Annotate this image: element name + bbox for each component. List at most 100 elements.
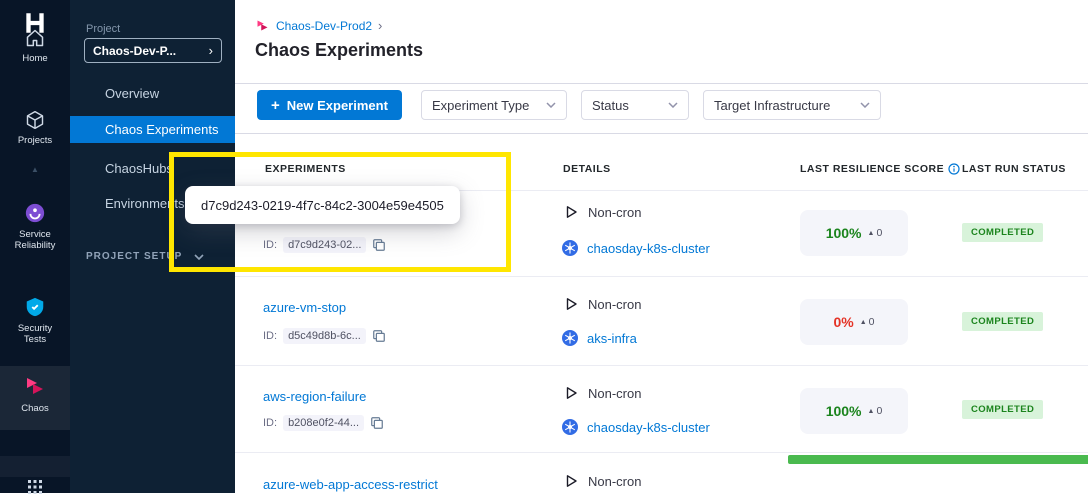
- infrastructure-link[interactable]: chaosday-k8s-cluster: [587, 420, 710, 435]
- status-badge: COMPLETED: [962, 223, 1043, 242]
- main-content: Chaos-Dev-Prod2 › Chaos Experiments + Ne…: [235, 0, 1088, 493]
- filter-label: Status: [592, 98, 629, 113]
- score-delta: ▲ 0: [860, 316, 875, 328]
- id-label: ID:: [263, 330, 277, 342]
- nav-item-label: Projects: [18, 135, 52, 146]
- info-icon[interactable]: [948, 163, 960, 175]
- kubernetes-icon: [562, 419, 578, 435]
- schedule-label: Non-cron: [588, 205, 641, 220]
- status-badge: COMPLETED: [962, 312, 1043, 331]
- delta-up-icon: ▲: [868, 230, 875, 237]
- experiment-name-link[interactable]: azure-vm-stop: [263, 300, 346, 315]
- sidebar-item-label: Overview: [105, 86, 159, 101]
- experiment-name-link[interactable]: azure-web-app-access-restrict: [263, 477, 438, 492]
- resilience-score: 100% ▲ 0: [800, 210, 908, 256]
- schedule-label: Non-cron: [588, 297, 641, 312]
- nav-item-security-tests[interactable]: Security Tests: [0, 296, 70, 345]
- divider: [235, 276, 1088, 277]
- project-sidebar: Project Chaos-Dev-P... › Overview Chaos …: [70, 0, 235, 493]
- filter-label: Target Infrastructure: [714, 98, 830, 113]
- copy-icon[interactable]: [372, 329, 386, 343]
- id-value: d7c9d243-02...: [283, 237, 366, 253]
- nav-item-chaos[interactable]: Chaos: [0, 374, 70, 414]
- schedule-line: Non-cron: [563, 296, 641, 312]
- nav-item-home[interactable]: Home: [0, 28, 70, 64]
- nav-item-service-reliability[interactable]: Service Reliability: [0, 202, 70, 251]
- column-header-score: LAST RESILIENCE SCORE: [800, 163, 960, 175]
- page-title: Chaos Experiments: [255, 40, 423, 61]
- kubernetes-icon: [562, 240, 578, 256]
- divider: [235, 133, 1088, 134]
- project-selector[interactable]: Chaos-Dev-P... ›: [84, 38, 222, 63]
- sidebar-item-chaoshubs[interactable]: ChaosHubs: [70, 155, 235, 182]
- schedule-line: Non-cron: [563, 204, 641, 220]
- infrastructure-line: chaosday-k8s-cluster: [562, 419, 710, 435]
- filter-experiment-type[interactable]: Experiment Type: [421, 90, 567, 120]
- infrastructure-link[interactable]: chaosday-k8s-cluster: [587, 241, 710, 256]
- sidebar-item-label: Environments: [105, 196, 184, 211]
- delta-value: 0: [869, 316, 875, 328]
- nav-item-label: Chaos: [21, 403, 48, 414]
- infrastructure-line: chaosday-k8s-cluster: [562, 240, 710, 256]
- column-header-label: LAST RESILIENCE SCORE: [800, 163, 944, 175]
- id-tooltip-text: d7c9d243-0219-4f7c-84c2-3004e59e4505: [201, 198, 444, 213]
- id-value: d5c49d8b-6c...: [283, 328, 366, 344]
- schedule-line: Non-cron: [563, 473, 641, 489]
- nav-bottom-band: [0, 456, 70, 477]
- copy-icon[interactable]: [372, 238, 386, 252]
- breadcrumb-project-link[interactable]: Chaos-Dev-Prod2: [276, 19, 372, 33]
- chevron-down-icon: [194, 254, 204, 260]
- divider: [235, 83, 1088, 84]
- sidebar-item-overview[interactable]: Overview: [70, 80, 235, 107]
- score-delta: ▲ 0: [868, 405, 883, 417]
- sidebar-item-chaos-experiments[interactable]: Chaos Experiments: [70, 116, 235, 143]
- chaos-module-icon: [255, 18, 270, 33]
- kubernetes-icon: [562, 330, 578, 346]
- schedule-line: Non-cron: [563, 385, 641, 401]
- divider: [235, 365, 1088, 366]
- experiment-name-link[interactable]: aws-region-failure: [263, 389, 366, 404]
- column-header-experiments: EXPERIMENTS: [265, 163, 346, 175]
- global-nav: Home Projects ▲ Service Reliability Secu…: [0, 0, 70, 493]
- divider: [235, 452, 1088, 453]
- id-label: ID:: [263, 239, 277, 251]
- filter-status[interactable]: Status: [581, 90, 689, 120]
- experiment-id: ID: d5c49d8b-6c...: [263, 328, 386, 344]
- play-icon: [563, 204, 579, 220]
- service-reliability-icon: [24, 202, 46, 224]
- module-grid-icon[interactable]: [0, 480, 70, 494]
- id-label: ID:: [263, 417, 277, 429]
- chaos-icon: [23, 374, 47, 398]
- column-header-run-status: LAST RUN STATUS: [962, 163, 1066, 175]
- scroll-up-icon[interactable]: ▲: [0, 165, 70, 174]
- status-badge: COMPLETED: [962, 400, 1043, 419]
- play-icon: [563, 473, 579, 489]
- column-header-details: DETAILS: [563, 163, 611, 175]
- delta-up-icon: ▲: [868, 408, 875, 415]
- project-setup-label: PROJECT SETUP: [86, 251, 182, 262]
- resilience-score: 100% ▲ 0: [800, 388, 908, 434]
- nav-item-projects[interactable]: Projects: [0, 110, 70, 146]
- resilience-score: 0% ▲ 0: [800, 299, 908, 345]
- project-setup-toggle[interactable]: PROJECT SETUP: [86, 251, 204, 262]
- plus-icon: +: [271, 97, 280, 114]
- copy-icon[interactable]: [370, 416, 384, 430]
- experiment-id: ID: b208e0f2-44...: [263, 415, 384, 431]
- new-experiment-label: New Experiment: [287, 98, 388, 113]
- score-delta: ▲ 0: [868, 227, 883, 239]
- chevron-right-icon: ›: [209, 43, 213, 58]
- filter-target-infrastructure[interactable]: Target Infrastructure: [703, 90, 881, 120]
- sidebar-item-label: Chaos Experiments: [105, 122, 218, 137]
- infrastructure-line: aks-infra: [562, 330, 637, 346]
- project-selector-value: Chaos-Dev-P...: [93, 44, 176, 58]
- projects-icon: [25, 110, 45, 130]
- score-value: 100%: [826, 225, 862, 241]
- new-experiment-button[interactable]: + New Experiment: [257, 90, 402, 120]
- nav-item-label: Service Reliability: [6, 229, 64, 251]
- green-status-bar: [788, 455, 1088, 464]
- project-section-label: Project: [86, 23, 120, 35]
- schedule-label: Non-cron: [588, 474, 641, 489]
- delta-value: 0: [876, 405, 882, 417]
- id-tooltip: d7c9d243-0219-4f7c-84c2-3004e59e4505: [185, 186, 460, 224]
- infrastructure-link[interactable]: aks-infra: [587, 331, 637, 346]
